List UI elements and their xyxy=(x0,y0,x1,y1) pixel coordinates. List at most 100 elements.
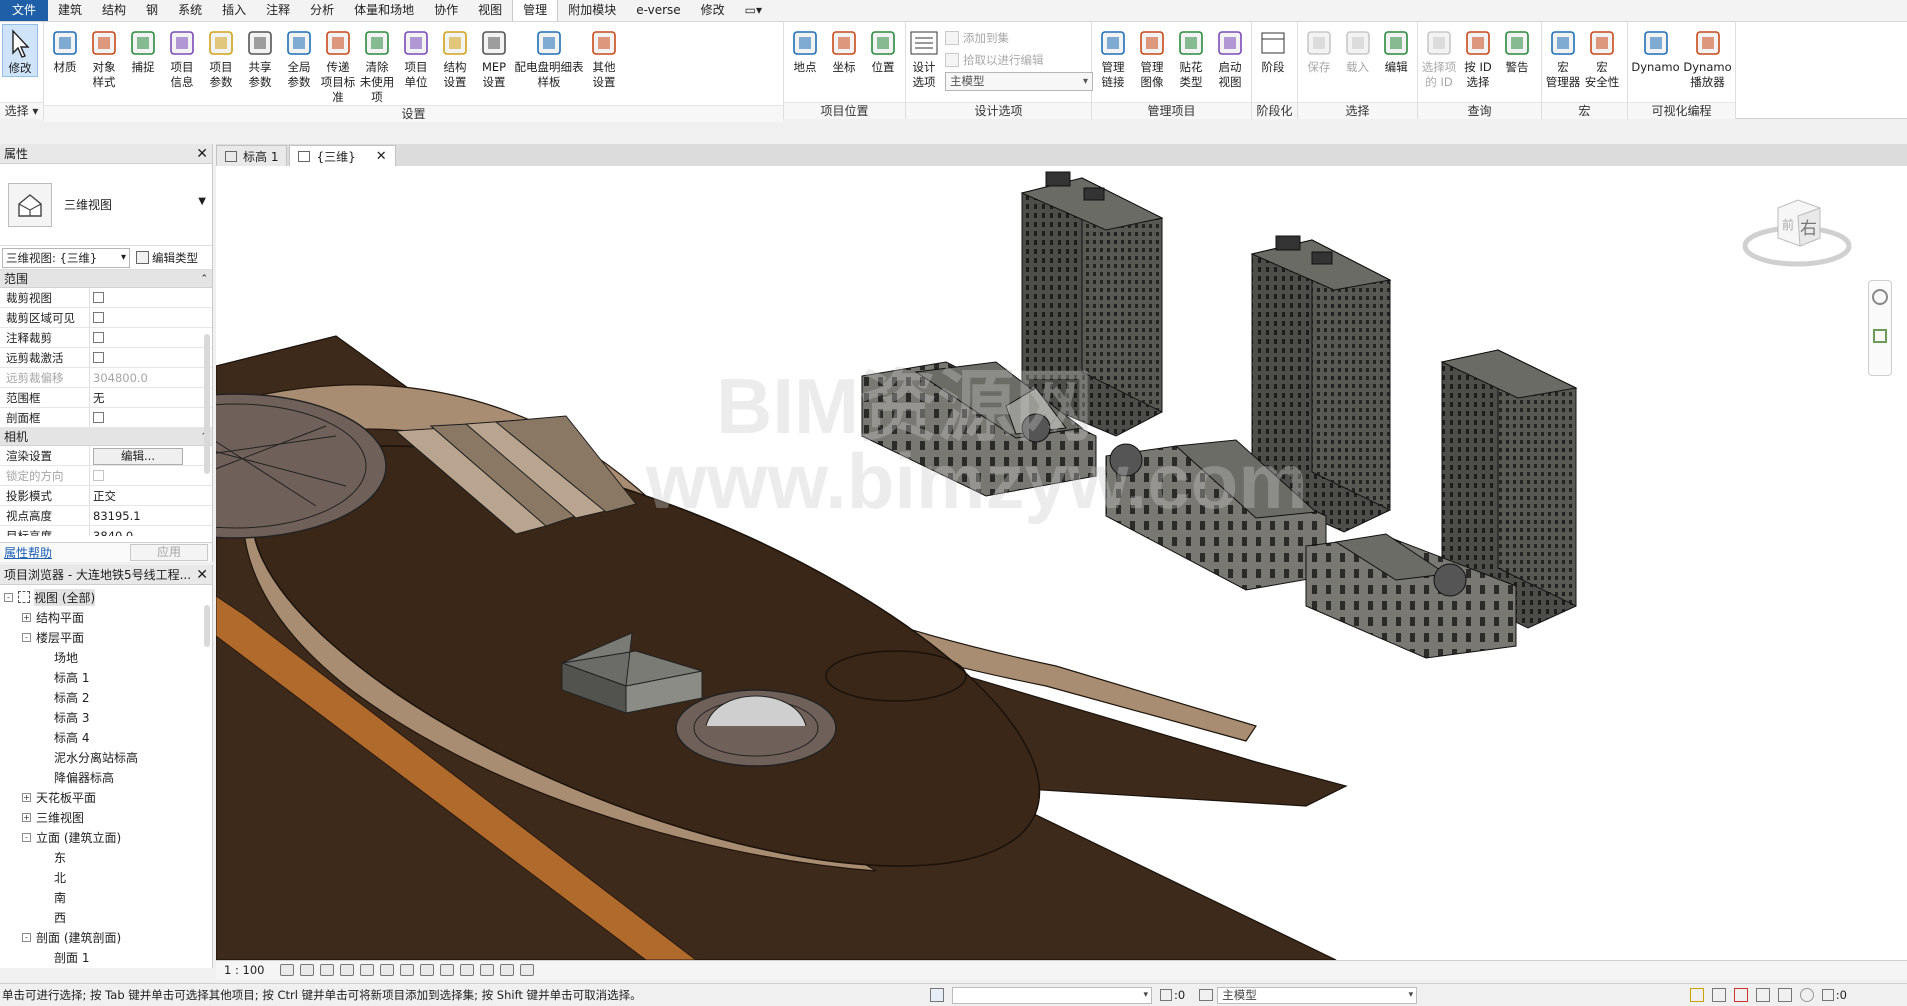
manage-project-tool-2[interactable]: 贴花 类型 xyxy=(1172,24,1210,90)
browser-node[interactable]: 标高 4 xyxy=(0,727,212,747)
settings-tool-0[interactable]: 材质 xyxy=(46,24,84,75)
expand-icon[interactable]: + xyxy=(22,792,31,802)
filter-status-icon[interactable] xyxy=(1821,989,1834,1001)
ribbon-tab-1[interactable]: 建筑 xyxy=(48,0,92,21)
property-group-header[interactable]: 相机⌃ xyxy=(0,428,212,446)
pick-to-edit-button[interactable]: 拾取以进行编辑 xyxy=(945,50,1093,69)
inquiry-tool-2[interactable]: 警告 xyxy=(1498,24,1536,75)
type-selector[interactable]: 三维视图 ▼ xyxy=(0,164,212,246)
add-to-set-button[interactable]: 添加到集 xyxy=(945,28,1093,47)
select-panel-title[interactable]: 选择 ▾ xyxy=(0,102,43,119)
ribbon-tab-2[interactable]: 结构 xyxy=(92,0,136,21)
lock-view-icon[interactable] xyxy=(420,964,435,976)
ribbon-tab-14[interactable]: 修改 xyxy=(691,0,735,21)
property-checkbox[interactable] xyxy=(93,332,104,343)
selection-tool-0[interactable]: 保存 xyxy=(1300,24,1338,75)
3d-view-canvas[interactable]: BIM资源网 www.bimzyw.com 右 前 xyxy=(216,166,1907,960)
property-checkbox[interactable] xyxy=(93,352,104,363)
settings-tool-3[interactable]: 项目 信息 xyxy=(163,24,201,90)
ribbon-options-dropdown-icon[interactable]: ▭▾ xyxy=(735,0,772,21)
collapse-icon[interactable]: - xyxy=(22,932,31,942)
browser-node[interactable]: - 剖面 (建筑剖面) xyxy=(0,927,212,947)
browser-node[interactable]: 标高 3 xyxy=(0,707,212,727)
inquiry-tool-1[interactable]: 按 ID 选择 xyxy=(1459,24,1497,90)
expand-icon[interactable]: + xyxy=(22,812,31,822)
macros-tool-1[interactable]: 宏 安全性 xyxy=(1583,24,1621,90)
browser-node[interactable]: 泥水分离站标高 xyxy=(0,747,212,767)
viewcube[interactable]: 右 前 xyxy=(1742,186,1852,276)
property-value[interactable]: 3840.0 xyxy=(93,529,133,536)
drag-elements-icon[interactable] xyxy=(1777,988,1792,1002)
type-dropdown-icon[interactable]: ▼ xyxy=(198,196,206,207)
properties-help-link[interactable]: 属性帮助 xyxy=(4,544,52,561)
browser-node[interactable]: 降偏器标高 xyxy=(0,767,212,787)
shadows-icon[interactable] xyxy=(340,964,355,976)
visual-style-icon[interactable] xyxy=(300,964,315,976)
inquiry-tool-0[interactable]: 选择项 的 ID xyxy=(1420,24,1458,90)
settings-tool-8[interactable]: 清除 未使用项 xyxy=(358,24,396,105)
temporary-properties-icon[interactable] xyxy=(480,964,495,976)
settings-tool-11[interactable]: MEP 设置 xyxy=(475,24,513,90)
detail-level-icon[interactable] xyxy=(280,964,295,976)
design-option-combo[interactable]: 主模型 xyxy=(945,72,1093,91)
settings-tool-2[interactable]: 捕捉 xyxy=(124,24,162,75)
browser-node[interactable]: 剖面 1 xyxy=(0,947,212,967)
browser-node[interactable]: - 立面 (建筑立面) xyxy=(0,827,212,847)
property-value[interactable]: 无 xyxy=(93,391,105,405)
property-checkbox[interactable] xyxy=(93,412,104,423)
reveal-hidden-icon[interactable] xyxy=(460,964,475,976)
property-value[interactable]: 83195.1 xyxy=(93,509,141,523)
browser-node[interactable]: 标高 1 xyxy=(0,667,212,687)
ribbon-tab-12[interactable]: 附加模块 xyxy=(558,0,626,21)
browser-node[interactable]: - 视图 (全部) xyxy=(0,587,212,607)
ribbon-tab-3[interactable]: 钢 xyxy=(136,0,168,21)
design-option-status-combo[interactable]: 主模型 xyxy=(1217,986,1418,1004)
view-tab-0[interactable]: 标高 1 xyxy=(216,145,288,166)
apply-button[interactable]: 应用 xyxy=(130,544,208,561)
render-icon[interactable] xyxy=(360,964,375,976)
select-by-face-icon[interactable] xyxy=(1755,988,1770,1002)
ribbon-tab-13[interactable]: e-verse xyxy=(626,0,690,21)
ribbon-tab-5[interactable]: 插入 xyxy=(212,0,256,21)
properties-close-icon[interactable]: ✕ xyxy=(196,147,208,161)
browser-node[interactable]: 场地 xyxy=(0,647,212,667)
modify-button[interactable]: 修改 xyxy=(2,24,38,77)
ribbon-tab-11[interactable]: 管理 xyxy=(512,0,559,21)
browser-node[interactable]: 标高 2 xyxy=(0,687,212,707)
browser-node[interactable]: + 天花板平面 xyxy=(0,787,212,807)
properties-scrollbar[interactable] xyxy=(204,334,210,474)
property-group-header[interactable]: 范围 ⌃ xyxy=(0,270,212,288)
property-checkbox[interactable] xyxy=(93,292,104,303)
design-option-status-icon[interactable] xyxy=(1199,989,1214,1001)
sun-path-icon[interactable] xyxy=(320,964,335,976)
manage-project-tool-1[interactable]: 管理 图像 xyxy=(1133,24,1171,90)
manage-project-tool-0[interactable]: 管理 链接 xyxy=(1094,24,1132,90)
expand-icon[interactable]: + xyxy=(22,612,31,622)
browser-node[interactable]: 西 xyxy=(0,907,212,927)
settings-tool-6[interactable]: 全局 参数 xyxy=(280,24,318,90)
settings-tool-7[interactable]: 传递 项目标准 xyxy=(319,24,357,105)
phases-button[interactable]: 阶段 xyxy=(1254,24,1292,75)
view-tab-1[interactable]: {三维} ✕ xyxy=(289,145,396,166)
crop-view-icon[interactable] xyxy=(380,964,395,976)
property-value[interactable]: 正交 xyxy=(93,489,116,503)
macros-tool-0[interactable]: 宏 管理器 xyxy=(1544,24,1582,90)
worksets-icon[interactable] xyxy=(930,988,944,1002)
browser-node[interactable]: + 三维视图 xyxy=(0,807,212,827)
location-tool-2[interactable]: 位置 xyxy=(864,24,902,75)
background-processes-icon[interactable] xyxy=(1799,988,1814,1002)
dynamo-tool-0[interactable]: Dynamo xyxy=(1630,24,1681,75)
steering-wheel-icon[interactable] xyxy=(1872,289,1888,305)
collapse-icon[interactable]: - xyxy=(22,632,31,642)
ribbon-tab-6[interactable]: 注释 xyxy=(256,0,300,21)
ribbon-tab-10[interactable]: 视图 xyxy=(468,0,512,21)
ribbon-tab-4[interactable]: 系统 xyxy=(168,0,212,21)
select-links-icon[interactable] xyxy=(1689,988,1704,1002)
ribbon-tab-8[interactable]: 体量和场地 xyxy=(344,0,424,21)
browser-node[interactable]: + 结构平面 xyxy=(0,607,212,627)
workset-combo[interactable] xyxy=(952,986,1152,1004)
selection-tool-1[interactable]: 载入 xyxy=(1339,24,1377,75)
dynamo-tool-1[interactable]: Dynamo 播放器 xyxy=(1682,24,1733,90)
constraints-icon[interactable] xyxy=(520,964,535,976)
settings-tool-10[interactable]: 结构 设置 xyxy=(436,24,474,90)
